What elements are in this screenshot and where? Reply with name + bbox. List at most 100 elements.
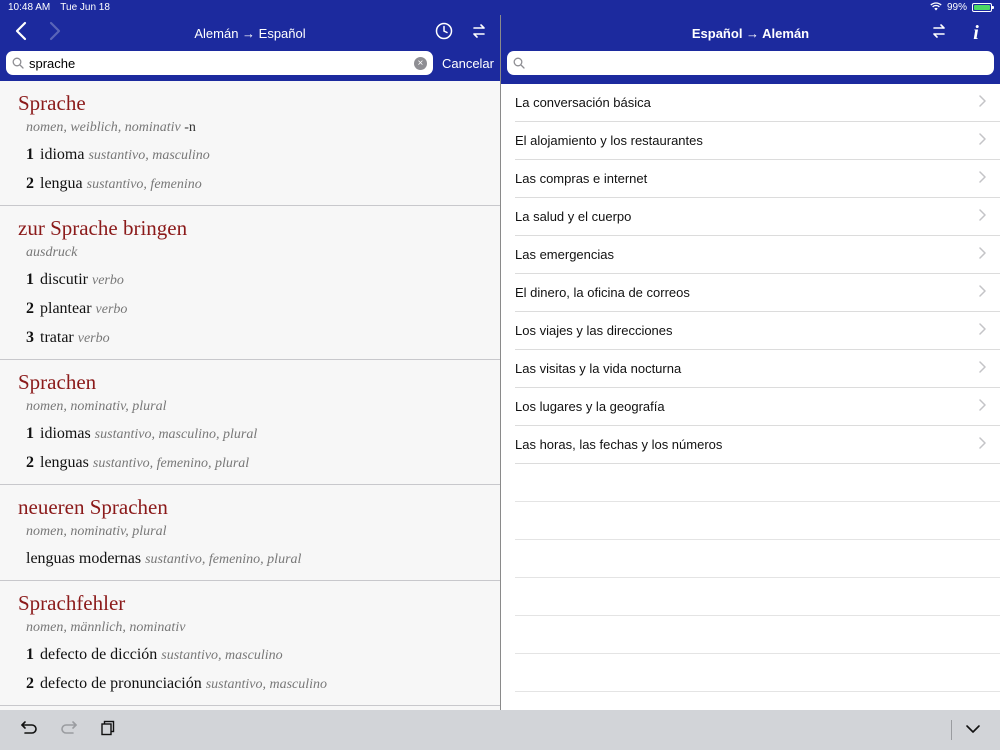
left-pane: Alemán → Español × Cancelar Sprachenomen… <box>0 15 500 710</box>
chevron-right-icon <box>979 171 986 186</box>
entry-headword: neueren Sprachen <box>18 495 168 519</box>
history-button[interactable] <box>432 15 456 51</box>
swap-icon <box>931 23 947 44</box>
topic-row[interactable]: El alojamiento y los restaurantes <box>515 122 1000 160</box>
dismiss-keyboard-button[interactable] <box>958 710 988 750</box>
sense-translation: lengua <box>40 175 83 192</box>
chevron-right-icon <box>979 95 986 110</box>
topic-row[interactable]: La salud y el cuerpo <box>515 198 1000 236</box>
chevron-left-icon <box>15 21 27 46</box>
redo-button[interactable] <box>54 710 84 750</box>
back-button[interactable] <box>8 15 34 51</box>
sense-grammar: sustantivo, masculino <box>161 648 283 663</box>
forward-button[interactable] <box>42 15 68 51</box>
chevron-right-icon <box>979 399 986 414</box>
search-icon <box>513 57 525 69</box>
right-nav-title: Español → Alemán <box>691 25 810 41</box>
sense-translation: idiomas <box>40 425 91 442</box>
translation-sense[interactable]: lenguas modernas sustantivo, femenino, p… <box>26 545 482 574</box>
swap-direction-button[interactable] <box>467 15 491 51</box>
translation-sense[interactable]: 3 tratar verbo <box>26 324 482 353</box>
topic-row[interactable]: Las horas, las fechas y los números <box>515 426 1000 464</box>
chevron-right-icon <box>979 285 986 300</box>
result-entry[interactable]: Sprachen nomen, nominativ, plural 1 idioma… <box>0 360 500 485</box>
entry-headword: Sprachfehler <box>18 591 126 615</box>
translation-sense[interactable]: 2 lenguas sustantivo, femenino, plural <box>26 449 482 478</box>
right-search-input[interactable] <box>530 55 988 71</box>
results-list: Sprache nomen, weiblich, nominativ -n 1 id… <box>0 81 500 710</box>
left-search-box: × <box>6 51 433 75</box>
result-entry[interactable]: neueren Sprachen nomen, nominativ, plural… <box>0 485 500 581</box>
sense-grammar: verbo <box>77 331 110 346</box>
chevron-right-icon <box>979 209 986 224</box>
sense-grammar: sustantivo, masculino <box>88 148 210 163</box>
translation-sense[interactable]: 1 idioma sustantivo, masculino <box>26 141 482 170</box>
result-entry[interactable]: zur Sprache bringen ausdruck 1 discutir ve… <box>0 206 500 360</box>
sense-number: 2 <box>26 675 34 692</box>
topic-label: Los lugares y la geografía <box>515 399 665 414</box>
battery-icon <box>972 3 994 12</box>
paste-button[interactable] <box>93 710 123 750</box>
topic-row[interactable]: Los viajes y las direcciones <box>515 312 1000 350</box>
sense-number: 1 <box>26 646 34 663</box>
grammar-text: nomen, männlich, nominativ <box>26 620 186 635</box>
sense-grammar: sustantivo, femenino, plural <box>92 456 250 471</box>
entry-headword: zur Sprache bringen <box>18 216 188 240</box>
chevron-right-icon <box>979 247 986 262</box>
translation-sense[interactable]: 2 lengua sustantivo, femenino <box>26 170 482 199</box>
toolbar-separator <box>951 720 952 740</box>
sense-number: 1 <box>26 425 34 442</box>
sense-number: 2 <box>26 175 34 192</box>
sense-grammar: verbo <box>95 302 128 317</box>
result-entry[interactable]: Sprachfehler nomen, männlich, nominativ 1 … <box>0 581 500 706</box>
info-icon: i <box>973 21 979 44</box>
topic-row[interactable]: Las emergencias <box>515 236 1000 274</box>
grammar-suffix: -n <box>184 120 196 135</box>
entry-headword: Sprache <box>18 91 86 115</box>
topic-label: Las emergencias <box>515 247 614 262</box>
topic-label: Las visitas y la vida nocturna <box>515 361 682 376</box>
topic-label: Las horas, las fechas y los números <box>515 437 723 452</box>
clipboard-icon <box>100 720 116 741</box>
result-entry[interactable]: Sprache nomen, weiblich, nominativ -n 1 id… <box>0 81 500 206</box>
chevron-right-icon <box>979 133 986 148</box>
clock-icon <box>435 22 453 45</box>
sense-translation: tratar <box>40 329 74 346</box>
redo-icon <box>60 720 78 741</box>
clear-search-icon[interactable]: × <box>413 56 427 70</box>
sense-translation: defecto de dicción <box>40 646 158 663</box>
sense-grammar: sustantivo, femenino <box>86 177 202 192</box>
search-icon <box>12 57 24 69</box>
sense-translation: lenguas modernas <box>26 550 142 567</box>
translation-sense[interactable]: 1 discutir verbo <box>26 266 482 295</box>
sense-translation: idioma <box>40 146 85 163</box>
topic-row[interactable]: El dinero, la oficina de correos <box>515 274 1000 312</box>
empty-row <box>515 578 1000 616</box>
left-search-input[interactable] <box>29 55 414 71</box>
translation-sense[interactable]: 2 defecto de pronunciación sustantivo, m… <box>26 670 482 699</box>
undo-button[interactable] <box>14 710 44 750</box>
cancel-button[interactable]: Cancelar <box>442 56 494 71</box>
left-search-row: × Cancelar <box>0 51 500 81</box>
entry-grammar: nomen, weiblich, nominativ -n <box>26 115 482 141</box>
topic-label: El alojamiento y los restaurantes <box>515 133 703 148</box>
translation-sense[interactable]: 2 plantear verbo <box>26 295 482 324</box>
grammar-text: nomen, nominativ, plural <box>26 524 167 539</box>
sense-number: 2 <box>26 454 34 471</box>
sense-number: 2 <box>26 300 34 317</box>
keyboard-shortcut-bar <box>0 710 1000 750</box>
translation-sense[interactable]: 1 idiomas sustantivo, masculino, plural <box>26 420 482 449</box>
chevron-right-icon <box>979 437 986 452</box>
sense-number: 3 <box>26 329 34 346</box>
keyboard-dismiss-icon <box>965 721 981 739</box>
topic-row[interactable]: Los lugares y la geografía <box>515 388 1000 426</box>
topic-row[interactable]: Las compras e internet <box>515 160 1000 198</box>
right-search-row <box>501 51 1000 84</box>
battery-percent: 99% <box>946 2 967 13</box>
topic-row[interactable]: La conversación básica <box>515 84 1000 122</box>
right-swap-button[interactable] <box>927 15 951 51</box>
info-button[interactable]: i <box>964 15 988 51</box>
translation-sense[interactable]: 1 defecto de dicción sustantivo, masculi… <box>26 641 482 670</box>
sense-number: 1 <box>26 146 34 163</box>
topic-row[interactable]: Las visitas y la vida nocturna <box>515 350 1000 388</box>
